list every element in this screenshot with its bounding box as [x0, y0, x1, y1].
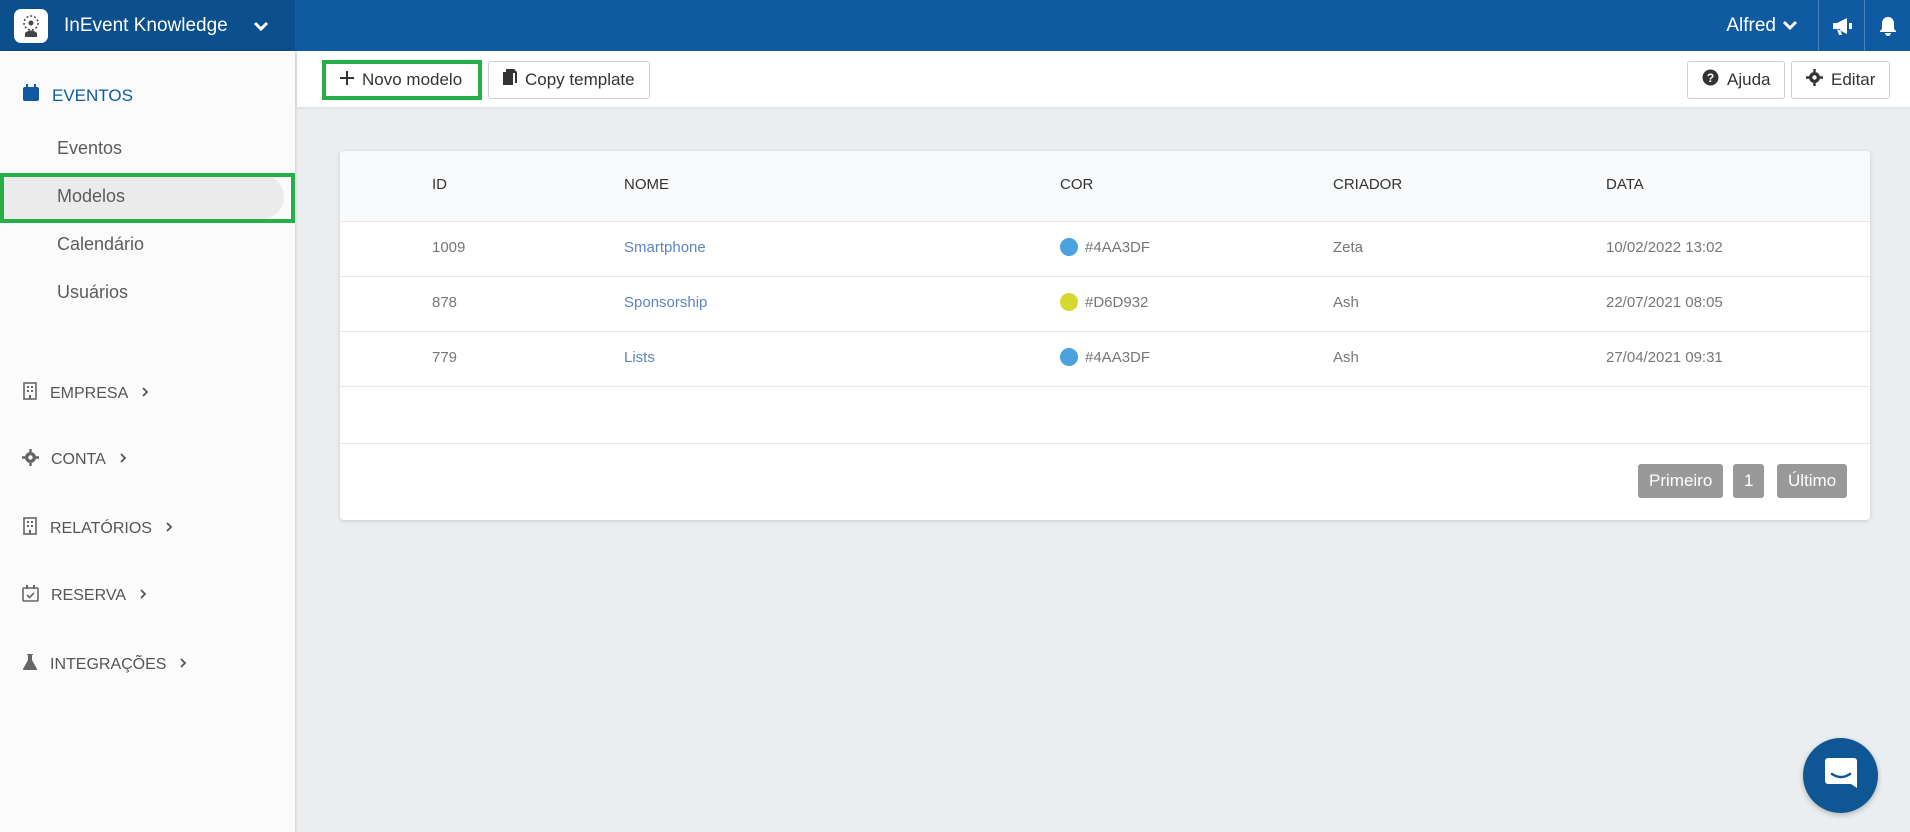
chevron-down-icon[interactable]	[253, 20, 269, 32]
bell-icon[interactable]	[1864, 0, 1910, 51]
column-header-cor[interactable]: COR	[1060, 176, 1093, 193]
sidebar-section-reserva[interactable]: RESERVA	[22, 585, 148, 607]
user-menu[interactable]: Alfred	[1726, 0, 1818, 51]
copy-icon	[503, 69, 517, 91]
sidebar-section-empresa[interactable]: EMPRESA	[22, 382, 150, 405]
cell-name-link[interactable]: Smartphone	[624, 239, 706, 256]
sidebar-section-label: EMPRESA	[50, 384, 129, 402]
chevron-right-icon	[138, 587, 148, 605]
svg-text:?: ?	[1707, 71, 1714, 85]
pagination-page-button[interactable]: 1	[1733, 464, 1765, 498]
table-header: ID NOME COR CRIADOR DATA	[340, 151, 1870, 222]
table-row[interactable]: 1009 Smartphone #4AA3DF Zeta 10/02/2022 …	[340, 222, 1870, 277]
highlight-box	[0, 173, 295, 223]
chevron-down-icon	[1782, 15, 1798, 37]
cell-id: 779	[432, 349, 458, 366]
toolbar: Novo modelo Copy template ? Ajuda Editar	[297, 51, 1910, 107]
color-code: #4AA3DF	[1085, 239, 1151, 256]
sidebar-item-usuarios[interactable]: Usuários	[57, 282, 128, 303]
sidebar-item-calendario[interactable]: Calendário	[57, 234, 144, 255]
building-icon	[22, 382, 38, 405]
chevron-right-icon	[178, 656, 188, 674]
cell-name-link[interactable]: Sponsorship	[624, 294, 707, 311]
gear-icon	[1806, 69, 1823, 91]
megaphone-icon[interactable]	[1818, 0, 1864, 51]
edit-button[interactable]: Editar	[1791, 61, 1891, 99]
pagination-last-button[interactable]: Último	[1777, 464, 1848, 498]
new-model-label: Novo modelo	[362, 70, 463, 89]
sidebar-section-label: RESERVA	[51, 587, 126, 604]
calendar-icon	[22, 84, 40, 107]
brand-name: InEvent Knowledge	[64, 14, 228, 36]
chat-icon	[1823, 756, 1859, 795]
cell-date: 22/07/2021 08:05	[1606, 294, 1723, 311]
color-code: #D6D932	[1085, 294, 1149, 311]
new-model-button[interactable]: Novo modelo	[322, 60, 482, 100]
copy-template-button[interactable]: Copy template	[488, 61, 650, 99]
cell-color: #4AA3DF	[1060, 237, 1151, 256]
flask-icon	[22, 653, 38, 676]
top-bar: InEvent Knowledge Alfred	[0, 0, 1910, 51]
models-table: ID NOME COR CRIADOR DATA 1009 Smartphone…	[340, 151, 1870, 520]
cell-creator: Zeta	[1333, 239, 1364, 256]
brand-logo	[14, 8, 48, 43]
copy-template-label: Copy template	[525, 70, 635, 89]
calendar-check-icon	[22, 585, 39, 607]
sidebar-section-label: RELATÓRIOS	[50, 519, 152, 537]
question-circle-icon: ?	[1702, 69, 1719, 91]
color-swatch	[1060, 347, 1078, 366]
cell-creator: Ash	[1333, 349, 1359, 366]
cell-id: 878	[432, 294, 458, 311]
sidebar-item-eventos[interactable]: Eventos	[57, 138, 122, 159]
color-swatch	[1060, 237, 1078, 256]
column-header-id[interactable]: ID	[432, 176, 447, 193]
color-code: #4AA3DF	[1085, 349, 1151, 366]
chevron-right-icon	[140, 385, 150, 403]
cell-color: #D6D932	[1060, 292, 1149, 311]
user-name: Alfred	[1726, 14, 1776, 36]
help-button[interactable]: ? Ajuda	[1687, 61, 1786, 99]
sidebar-section-relatorios[interactable]: RELATÓRIOS	[22, 517, 174, 540]
sidebar-section-eventos[interactable]: EVENTOS	[22, 84, 133, 107]
chat-launcher-button[interactable]	[1803, 738, 1878, 813]
cell-id: 1009	[432, 239, 466, 256]
sidebar-section-label: INTEGRAÇÕES	[50, 655, 167, 673]
table-row[interactable]: 878 Sponsorship #D6D932 Ash 22/07/2021 0…	[340, 277, 1870, 332]
help-label: Ajuda	[1727, 70, 1771, 89]
sidebar-section-label: EVENTOS	[52, 85, 133, 105]
edit-label: Editar	[1831, 70, 1876, 89]
column-header-criador[interactable]: CRIADOR	[1333, 176, 1402, 193]
column-header-data[interactable]: DATA	[1606, 176, 1644, 193]
brand-switcher[interactable]: InEvent Knowledge	[0, 0, 295, 51]
sidebar-section-integracoes[interactable]: INTEGRAÇÕES	[22, 653, 188, 676]
table-row[interactable]: 779 Lists #4AA3DF Ash 27/04/2021 09:31	[340, 332, 1870, 387]
building-icon	[22, 517, 38, 540]
cell-date: 10/02/2022 13:02	[1606, 239, 1723, 256]
cell-date: 27/04/2021 09:31	[1606, 349, 1723, 366]
plus-icon	[340, 70, 354, 90]
sidebar-section-conta[interactable]: CONTA	[22, 449, 128, 471]
empty-row	[340, 387, 1870, 444]
color-swatch	[1060, 292, 1078, 311]
column-header-nome[interactable]: NOME	[624, 176, 669, 193]
chevron-right-icon	[164, 520, 174, 538]
gear-icon	[22, 449, 39, 471]
cell-name-link[interactable]: Lists	[624, 349, 655, 366]
cell-color: #4AA3DF	[1060, 347, 1151, 366]
chevron-right-icon	[118, 451, 128, 469]
cell-creator: Ash	[1333, 294, 1359, 311]
sidebar-section-label: CONTA	[51, 451, 106, 468]
sidebar: EVENTOS Eventos Modelos Calendário Usuár…	[0, 51, 295, 832]
pagination-first-button[interactable]: Primeiro	[1638, 464, 1724, 498]
